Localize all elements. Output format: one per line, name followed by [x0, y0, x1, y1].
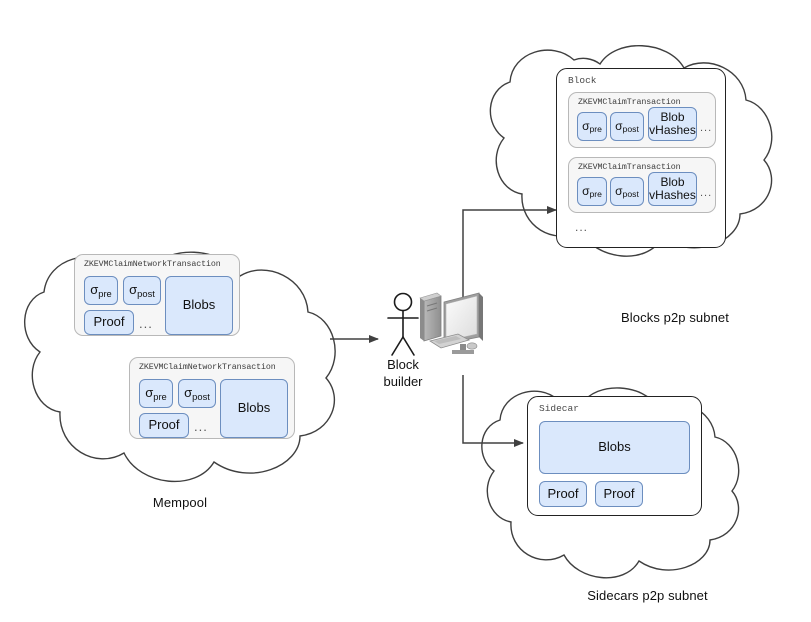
block-builder-label-line2: builder: [383, 373, 423, 389]
block-tx2-blob-vhashes: Blob vHashes: [648, 172, 697, 206]
sigma-post-label: σpost: [129, 282, 155, 300]
block-transaction-1-type: ZKEVMClaimTransaction: [578, 98, 681, 107]
mempool-caption: Mempool: [152, 495, 208, 510]
mempool-tx1-sigma-pre: σpre: [84, 276, 118, 305]
sigma-post-label: σpost: [615, 119, 639, 135]
block-more-ellipsis: ...: [575, 220, 589, 234]
block-title: Block: [568, 75, 597, 86]
mempool-tx1-sigma-post: σpost: [123, 276, 161, 305]
mempool-transaction-2-type: ZKEVMClaimNetworkTransaction: [139, 363, 276, 372]
mempool-transaction-2: ZKEVMClaimNetworkTransaction σpre σpost …: [129, 357, 295, 439]
block-tx2-sigma-pre: σpre: [577, 177, 607, 206]
blob-vhashes-line2: vHashes: [649, 123, 696, 137]
mempool-tx2-sigma-pre: σpre: [139, 379, 173, 408]
mempool-tx1-proof: Proof: [84, 310, 134, 335]
mempool-transaction-1: ZKEVMClaimNetworkTransaction σpre σpost …: [74, 254, 240, 336]
sidecar-proof-2: Proof: [595, 481, 643, 507]
block-transaction-2: ZKEVMClaimTransaction σpre σpost Blob vH…: [568, 157, 716, 213]
block-transaction-2-type: ZKEVMClaimTransaction: [578, 163, 681, 172]
sidecar-proof-1: Proof: [539, 481, 587, 507]
sigma-pre-label: σpre: [582, 184, 602, 200]
mempool-tx2-ellipsis: ...: [194, 419, 208, 434]
block-builder-label: Block builder: [363, 357, 443, 391]
computer-icon: [419, 292, 483, 354]
blocks-subnet-caption: Blocks p2p subnet: [621, 310, 729, 325]
block-tx1-sigma-post: σpost: [610, 112, 644, 141]
block-tx2-ellipsis: ...: [700, 187, 713, 199]
mempool-tx2-proof: Proof: [139, 413, 189, 438]
sidecar-blobs: Blobs: [539, 421, 690, 474]
mempool-transaction-1-type: ZKEVMClaimNetworkTransaction: [84, 260, 221, 269]
sigma-post-label: σpost: [184, 385, 210, 403]
mempool-tx1-blobs: Blobs: [165, 276, 233, 335]
mempool-tx2-blobs: Blobs: [220, 379, 288, 438]
sigma-pre-label: σpre: [582, 119, 602, 135]
sidecar-container: Sidecar Blobs Proof Proof: [527, 396, 702, 516]
mempool-tx1-ellipsis: ...: [139, 316, 153, 331]
sigma-post-label: σpost: [615, 184, 639, 200]
sidecars-subnet-caption: Sidecars p2p subnet: [587, 588, 708, 603]
sigma-pre-label: σpre: [90, 282, 112, 300]
block-tx2-sigma-post: σpost: [610, 177, 644, 206]
block-transaction-1: ZKEVMClaimTransaction σpre σpost Blob vH…: [568, 92, 716, 148]
blob-vhashes-line2: vHashes: [649, 188, 696, 202]
sidecar-title: Sidecar: [539, 403, 579, 414]
mempool-tx2-sigma-post: σpost: [178, 379, 216, 408]
block-builder-label-line1: Block: [387, 357, 419, 372]
block-tx1-blob-vhashes: Blob vHashes: [648, 107, 697, 141]
stick-figure-icon: [387, 292, 419, 356]
block-container: Block ZKEVMClaimTransaction σpre σpost B…: [556, 68, 726, 248]
sigma-pre-label: σpre: [145, 385, 167, 403]
block-tx1-ellipsis: ...: [700, 122, 713, 134]
block-tx1-sigma-pre: σpre: [577, 112, 607, 141]
